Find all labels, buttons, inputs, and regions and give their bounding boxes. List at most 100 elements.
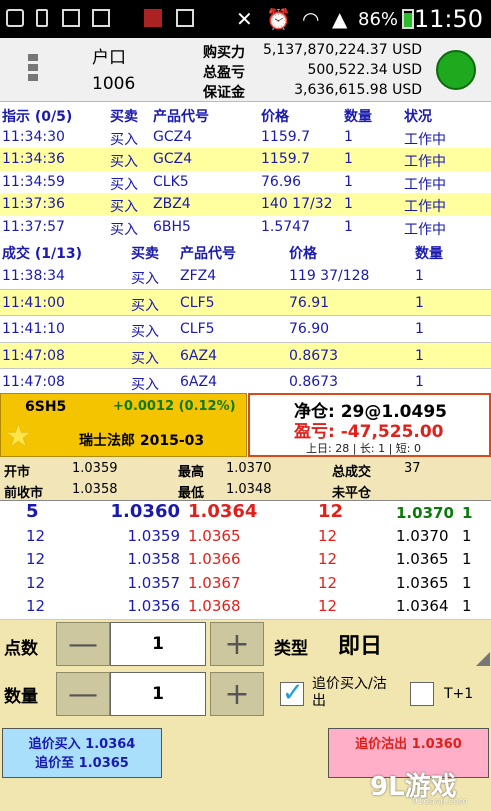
depth-bid[interactable]: 1.0357 (110, 574, 181, 592)
orders-title: 指示 (0/5) (2, 109, 73, 125)
order-time: 11:34:36 (2, 151, 65, 168)
contract-name: 瑞士法郎 2015-03 (79, 433, 205, 449)
contract-panel[interactable]: 6SH5 +0.0012 (0.12%) ★ 瑞士法郎 2015-03 (0, 393, 247, 457)
depth-bid-qty[interactable]: 12 (26, 527, 45, 545)
open-value: 1.0359 (72, 461, 118, 476)
battery-percent: 86% (358, 9, 399, 30)
points-plus-button[interactable]: + (210, 622, 264, 666)
fill-qty: 1 (415, 321, 424, 338)
qty-plus-button[interactable]: + (210, 672, 264, 716)
depth-bid[interactable]: 1.0360 (110, 501, 180, 522)
qty-minus-button[interactable]: — (56, 672, 110, 716)
order-side: 买入 (110, 221, 138, 238)
depth-last-qty[interactable]: 1 (462, 527, 472, 545)
order-side: 买入 (110, 131, 138, 148)
fill-code: CLF5 (180, 294, 215, 311)
table-row[interactable]: 11:34:36 买入 GCZ4 1159.7 1 工作中 (0, 148, 491, 171)
depth-row[interactable]: 12 1.0357 1.0367 12 1.0365 1 (0, 572, 491, 596)
depth-last-qty[interactable]: 1 (462, 574, 472, 592)
favorite-star-icon[interactable]: ★ (5, 422, 32, 452)
depth-ask-qty[interactable]: 12 (318, 597, 337, 615)
table-row[interactable]: 11:47:08 买入 6AZ4 0.8673 1 (0, 368, 491, 394)
qty-input[interactable]: 1 (110, 672, 206, 716)
depth-bid-qty[interactable]: 12 (26, 597, 45, 615)
depth-ask-qty[interactable]: 12 (318, 550, 337, 568)
market-depth: 5 1.0360 1.0364 12 1.0370 1 12 1.0359 1.0365 12 1.… (0, 501, 491, 620)
chase-checkbox[interactable] (280, 678, 304, 708)
depth-last[interactable]: 1.0365 (396, 574, 449, 592)
fill-qty: 1 (415, 294, 424, 311)
depth-row[interactable]: 12 1.0359 1.0365 12 1.0370 1 (0, 525, 491, 549)
depth-last-qty[interactable]: 1 (462, 597, 472, 615)
depth-bid-qty[interactable]: 5 (26, 501, 39, 522)
depth-last[interactable]: 1.0370 (396, 527, 449, 545)
fill-price: 0.8673 (289, 374, 338, 391)
depth-bid[interactable]: 1.0356 (110, 597, 181, 615)
table-row[interactable]: 11:47:08 买入 6AZ4 0.8673 1 (0, 341, 491, 369)
depth-bid-qty[interactable]: 12 (26, 550, 45, 568)
depth-last[interactable]: 1.0370 (396, 504, 454, 522)
t1-checkbox[interactable] (410, 682, 434, 706)
table-row[interactable]: 11:34:30 买入 GCZ4 1159.7 1 工作中 (0, 126, 491, 149)
order-qty: 1 (344, 128, 353, 145)
status-bar: ✕ ⏰ ◠ ▲ 86% 11:50 (0, 0, 491, 38)
fill-price: 76.90 (289, 321, 330, 338)
contract-code: 6SH5 (25, 399, 67, 415)
depth-last-qty[interactable]: 1 (462, 550, 472, 568)
buy-button-line2: 追价至 1.0365 (35, 756, 129, 771)
signal-icon: ▲ (332, 7, 348, 31)
depth-ask-qty[interactable]: 12 (318, 574, 337, 592)
low-label: 最低 (178, 486, 205, 501)
depth-ask-qty[interactable]: 12 (318, 501, 343, 522)
depth-last[interactable]: 1.0364 (396, 597, 449, 615)
order-qty: 1 (344, 218, 353, 235)
high-label: 最高 (178, 465, 205, 480)
depth-ask[interactable]: 1.0364 (188, 501, 257, 522)
depth-ask[interactable]: 1.0367 (188, 574, 241, 592)
depth-row[interactable]: 12 1.0356 1.0368 12 1.0364 1 (0, 595, 491, 619)
table-row[interactable]: 11:41:00 买入 CLF5 76.91 1 (0, 288, 491, 316)
depth-bid[interactable]: 1.0358 (110, 550, 181, 568)
fill-side: 买入 (131, 324, 159, 341)
dropdown-corner-icon[interactable] (476, 652, 490, 666)
orders-header-row: 指示 (0/5) 买卖 产品代号 价格 数量 状况 (0, 103, 491, 126)
mute-icon: ✕ (236, 7, 253, 31)
position-pl-value: -47,525.00 (340, 422, 444, 442)
margin-label: 保证金 (203, 85, 245, 101)
depth-bid-qty[interactable]: 12 (26, 574, 45, 592)
fill-time: 11:41:00 (2, 294, 65, 311)
depth-row[interactable]: 12 1.0358 1.0366 12 1.0365 1 (0, 548, 491, 572)
chase-buy-button[interactable]: 追价买入 1.0364 追价至 1.0365 (2, 728, 162, 778)
table-row[interactable]: 11:34:59 买入 CLK5 76.96 1 工作中 (0, 171, 491, 194)
depth-last[interactable]: 1.0365 (396, 550, 449, 568)
orders-col-price: 价格 (261, 109, 289, 125)
order-time: 11:37:36 (2, 196, 65, 213)
order-type-select[interactable]: 即日 (338, 628, 382, 660)
depth-row[interactable]: 5 1.0360 1.0364 12 1.0370 1 (0, 501, 491, 525)
menu-icon[interactable] (28, 54, 38, 84)
order-status: 工作中 (404, 221, 446, 238)
order-side: 买入 (110, 199, 138, 216)
table-row[interactable]: 11:37:57 买入 6BH5 1.5747 1 工作中 (0, 216, 491, 239)
depth-last-qty[interactable]: 1 (462, 504, 472, 522)
orders-col-code: 产品代号 (153, 109, 209, 125)
chase-label: 追价买入/沽出 (312, 676, 387, 709)
fill-code: CLF5 (180, 321, 215, 338)
depth-ask[interactable]: 1.0366 (188, 550, 241, 568)
points-input[interactable]: 1 (110, 622, 206, 666)
watermark-url: 91danji.com (412, 797, 468, 807)
table-row[interactable]: 11:37:36 买入 ZBZ4 140 17/32 1 工作中 (0, 193, 491, 216)
fill-side: 买入 (131, 297, 159, 314)
transfer-icon (176, 9, 194, 27)
depth-ask[interactable]: 1.0365 (188, 527, 241, 545)
table-row[interactable]: 11:41:10 买入 CLF5 76.90 1 (0, 315, 491, 341)
table-row[interactable]: 11:38:34 买入 ZFZ4 119 37/128 1 (0, 263, 491, 289)
depth-bid[interactable]: 1.0359 (110, 527, 181, 545)
order-price: 140 17/32 (261, 196, 333, 213)
depth-ask-qty[interactable]: 12 (318, 527, 337, 545)
points-minus-button[interactable]: — (56, 622, 110, 666)
high-value: 1.0370 (226, 461, 272, 476)
depth-ask[interactable]: 1.0368 (188, 597, 241, 615)
buy-button-line1: 追价买入 1.0364 (28, 737, 136, 752)
phone-icon (36, 9, 48, 27)
